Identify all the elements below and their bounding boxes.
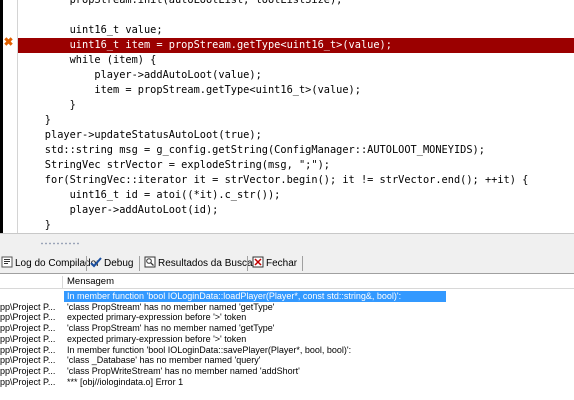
message-text: 'class PropWriteStream' has no member na… (67, 365, 300, 376)
message-text: 'class PropStream' has no member named '… (67, 323, 275, 334)
message-row[interactable]: pp\Project P... 'class _Database' has no … (0, 355, 574, 366)
message-text: expected primary-expression before '>' t… (67, 333, 247, 344)
message-row[interactable]: pp\Project P... *** [obj//iologindata.o] … (0, 377, 574, 388)
message-row[interactable]: pp\Project P... 'class PropStream' has no… (0, 323, 574, 334)
code-line[interactable]: std::string msg = g_config.getString(Con… (0, 143, 574, 158)
code-line[interactable]: player->addAutoLoot(id); (0, 203, 574, 218)
column-divider[interactable] (62, 276, 63, 288)
message-text: 'class PropStream' has no member named '… (67, 301, 275, 312)
message-text: In member function 'bool IOLoginData::sa… (67, 344, 352, 355)
tab-compiler-log[interactable]: Log do Compilador (0, 255, 100, 272)
message-row[interactable]: pp\Project P... expected primary-expressi… (0, 334, 574, 345)
code-line[interactable]: uint16_t id = atoi((*it).c_str()); (0, 188, 574, 203)
tab-close-label: Fechar (266, 258, 298, 269)
message-unit: pp\Project P... (0, 312, 56, 323)
tab-divider (302, 256, 303, 271)
message-row[interactable]: pp\Project P... In member function 'bool … (0, 345, 574, 356)
code-editor[interactable]: propStream.init(autoLootList, lootListSi… (0, 0, 574, 233)
message-text: 'class _Database' has no member named 'q… (67, 355, 261, 366)
debug-check-icon (90, 257, 102, 268)
tab-divider (86, 256, 87, 271)
message-unit: pp\Project P... (0, 376, 56, 387)
splitter-grip-icon[interactable] (40, 242, 80, 245)
code-line[interactable]: StringVec strVector = explodeString(msg,… (0, 158, 574, 173)
editor-left-border (0, 0, 3, 233)
message-row[interactable]: pp\Project P... 'class PropWriteStream' h… (0, 366, 574, 377)
message-unit: pp\Project P... (0, 333, 56, 344)
search-results-icon (144, 256, 156, 268)
message-row-selected[interactable]: In member function 'bool IOLoginData::lo… (0, 291, 574, 302)
compiler-log-icon (1, 256, 13, 268)
close-panel-icon (252, 256, 264, 268)
code-line[interactable]: while (item) { (0, 53, 574, 68)
code-line[interactable]: } (0, 98, 574, 113)
message-unit: pp\Project P... (0, 323, 56, 334)
column-header-message[interactable]: Mensagem (67, 275, 114, 289)
message-unit: pp\Project P... (0, 355, 56, 366)
code-line[interactable]: propStream.init(autoLootList, lootListSi… (0, 0, 574, 8)
tab-search-results-label: Resultados da Busca (158, 258, 253, 269)
panel-splitter[interactable] (0, 233, 574, 253)
message-unit: pp\Project P... (0, 365, 56, 376)
message-text: *** [obj//iologindata.o] Error 1 (67, 376, 184, 387)
tab-close[interactable]: Fechar (251, 255, 297, 272)
tab-search-results[interactable]: Resultados da Busca (143, 255, 253, 272)
tab-divider (139, 256, 140, 271)
bottom-panel-tabs: Log do Compilador Debug Resultados da Bu… (0, 253, 574, 274)
messages-header: Mensagem (0, 275, 574, 289)
error-marker-icon (4, 37, 13, 46)
message-row[interactable]: pp\Project P... expected primary-expressi… (0, 312, 574, 323)
code-line[interactable]: } (0, 113, 574, 128)
message-text: In member function 'bool IOLoginData::lo… (67, 291, 402, 301)
message-unit: pp\Project P... (0, 344, 56, 355)
message-unit: pp\Project P... (0, 301, 56, 312)
code-area[interactable]: propStream.init(autoLootList, lootListSi… (0, 0, 574, 233)
code-line[interactable]: } (0, 218, 574, 233)
message-row[interactable]: pp\Project P... 'class PropStream' has no… (0, 302, 574, 313)
compiler-messages-list[interactable]: Mensagem In member function 'bool IOLogi… (0, 275, 574, 400)
message-text: expected primary-expression before '>' t… (67, 312, 247, 323)
code-line[interactable]: player->updateStatusAutoLoot(true); (0, 128, 574, 143)
code-line[interactable]: item = propStream.getType<uint16_t>(valu… (0, 83, 574, 98)
tab-debug[interactable]: Debug (89, 255, 133, 272)
tab-debug-label: Debug (104, 258, 134, 269)
code-line-error[interactable]: uint16_t item = propStream.getType<uint1… (0, 38, 574, 53)
tab-divider (247, 256, 248, 271)
code-line[interactable]: for(StringVec::iterator it = strVector.b… (0, 173, 574, 188)
code-line[interactable] (0, 8, 574, 23)
code-line[interactable]: player->addAutoLoot(value); (0, 68, 574, 83)
code-line[interactable]: uint16_t value; (0, 23, 574, 38)
